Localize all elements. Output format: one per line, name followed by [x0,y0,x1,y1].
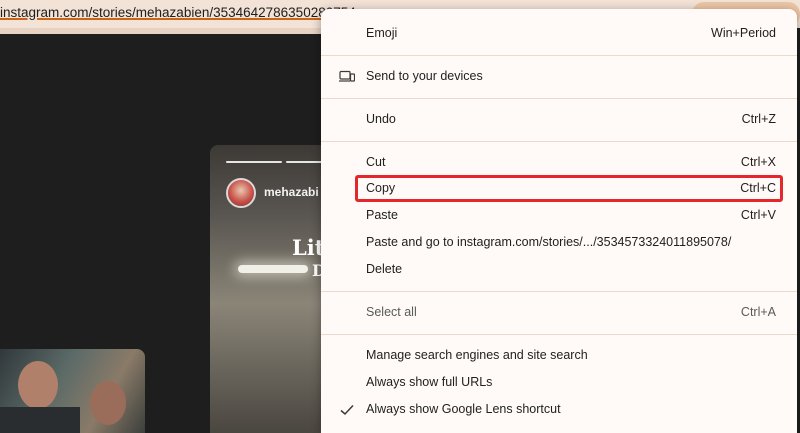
menu-item-shortcut: Ctrl+Z [741,112,776,126]
menu-item-label: Emoji [366,26,398,40]
menu-item-shortcut: Ctrl+X [740,155,776,169]
menu-item-undo[interactable]: Undo Ctrl+Z [321,107,797,133]
menu-item-google-lens-shortcut[interactable]: Always show Google Lens shortcut [321,397,797,423]
menu-separator [321,98,797,99]
menu-separator [321,334,797,335]
checkmark-icon [339,403,355,417]
menu-item-label: Undo [366,112,396,126]
menu-separator [321,141,797,142]
menu-item-shortcut: Win+Period [711,26,776,40]
thumbnail-person [90,381,126,425]
menu-item-manage-search-engines[interactable]: Manage search engines and site search [321,343,797,369]
menu-item-label: Cut [366,155,386,169]
menu-item-delete[interactable]: Delete [321,257,797,283]
menu-item-label: Select all [366,305,417,319]
story-thumbnail[interactable] [0,349,145,433]
menu-item-label: Manage search engines and site search [366,348,588,362]
menu-separator [321,291,797,292]
menu-item-select-all[interactable]: Select all Ctrl+A [321,300,797,326]
story-username[interactable]: mehazabi [264,185,319,199]
menu-item-emoji[interactable]: Emoji Win+Period [321,21,797,47]
copy-highlight-box [355,175,783,202]
menu-item-label: Send to your devices [366,69,483,83]
menu-item-cut[interactable]: Cut Ctrl+X [321,150,797,176]
menu-item-paste-and-go[interactable]: Paste and go to instagram.com/stories/..… [321,230,797,256]
menu-item-label: Paste and go to instagram.com/stories/..… [366,235,732,249]
menu-item-label: Always show Google Lens shortcut [366,402,561,416]
menu-item-show-full-urls[interactable]: Always show full URLs [321,370,797,396]
story-headline: Lit [292,235,325,260]
ceiling-light [238,265,308,273]
menu-item-label: Always show full URLs [366,375,493,389]
story-progress-bar [226,161,282,163]
story-progress-bar [286,161,326,163]
thumbnail-person [18,361,58,409]
menu-item-label: Paste [366,208,398,222]
menu-item-send-to-devices[interactable]: Send to your devices [321,64,797,90]
context-menu: Emoji Win+Period Send to your devices Un… [321,9,797,433]
url-text[interactable]: instagram.com/stories/mehazabien/3534642… [0,3,362,23]
avatar[interactable] [226,178,256,208]
menu-separator [321,55,797,56]
menu-item-label: Delete [366,262,403,276]
devices-icon [339,70,356,84]
story-card[interactable]: mehazabi Lit D [210,145,330,433]
menu-item-paste[interactable]: Paste Ctrl+V [321,203,797,229]
menu-item-shortcut: Ctrl+A [740,305,776,319]
menu-item-shortcut: Ctrl+V [740,208,776,222]
thumbnail-shadow [0,407,80,433]
